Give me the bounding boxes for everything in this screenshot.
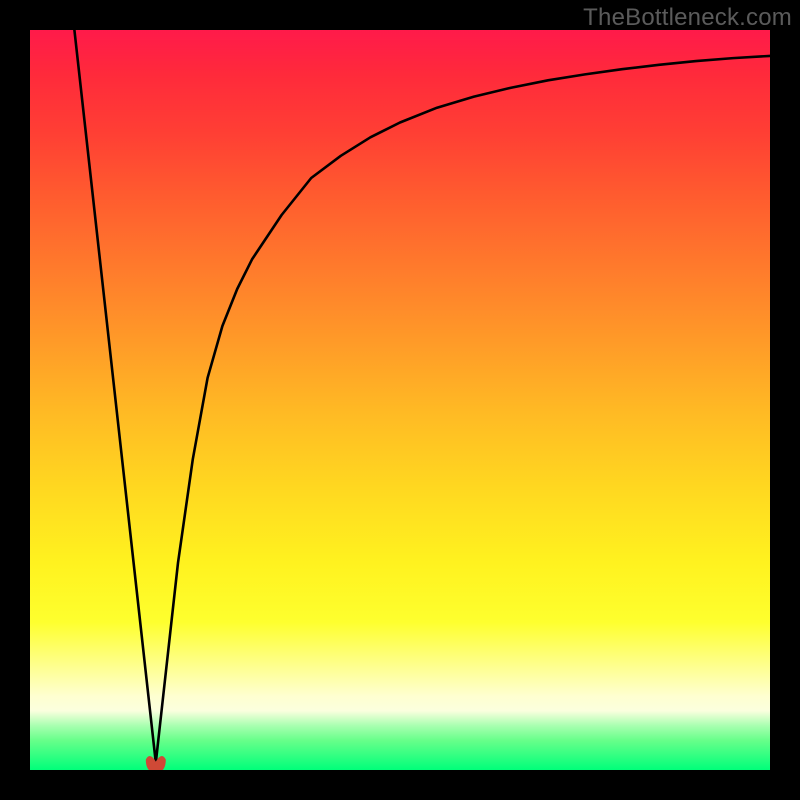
curve-svg: [30, 30, 770, 770]
chart-frame: TheBottleneck.com: [0, 0, 800, 800]
watermark-text: TheBottleneck.com: [583, 4, 792, 32]
plot-area: [30, 30, 770, 770]
bottleneck-curve: [74, 30, 770, 763]
